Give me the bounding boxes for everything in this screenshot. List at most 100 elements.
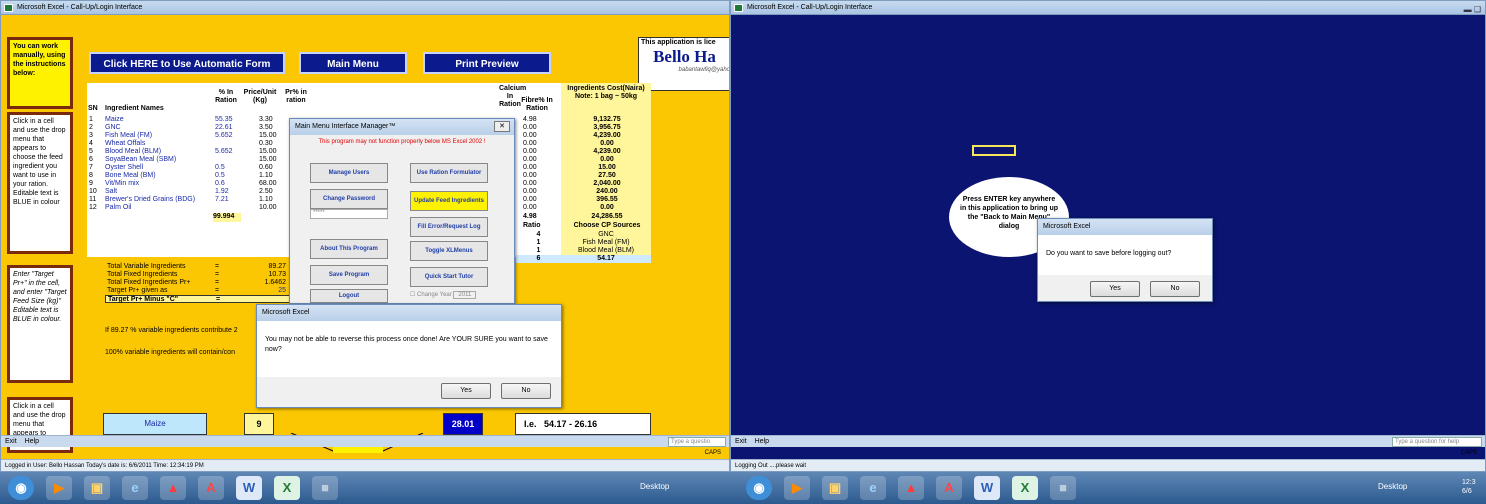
- logout-button[interactable]: Logout: [310, 289, 388, 303]
- table-cell: 10.00: [259, 204, 277, 211]
- cp-row[interactable]: 1 Fish Meal (FM): [516, 239, 651, 247]
- ratio-header: Ratio: [523, 222, 541, 229]
- ie-icon-2[interactable]: e: [860, 476, 886, 500]
- logout-no-button[interactable]: No: [1150, 281, 1200, 297]
- header-ingredient: Ingredient Names: [105, 105, 164, 112]
- toggle-menus-button[interactable]: Toggle XLMenus: [410, 241, 488, 261]
- main-menu-button[interactable]: Main Menu: [299, 52, 407, 74]
- manage-users-button[interactable]: Manage Users: [310, 163, 388, 183]
- table-cell: 0.6: [215, 180, 225, 187]
- ie-icon[interactable]: e: [122, 476, 148, 500]
- table-cell: [215, 156, 233, 164]
- word-icon-2[interactable]: W: [974, 476, 1000, 500]
- table-cell: 15.00: [259, 132, 277, 139]
- left-title-bar[interactable]: Microsoft Excel - Call-Up/Login Interfac…: [1, 1, 729, 15]
- excel-icon-right: [734, 4, 743, 12]
- menu-exit[interactable]: Exit: [5, 438, 17, 445]
- table-cell: Salt: [105, 188, 118, 195]
- left-window-title: Microsoft Excel - Call-Up/Login Interfac…: [17, 4, 143, 11]
- year-field[interactable]: 2011: [453, 291, 477, 299]
- menu-help[interactable]: Help: [25, 438, 39, 445]
- start-orb-icon[interactable]: ◉: [8, 476, 34, 500]
- table-cell: 0.00: [523, 132, 537, 139]
- media-icon-2[interactable]: ▶: [784, 476, 810, 500]
- right-window-title: Microsoft Excel - Call-Up/Login Interfac…: [747, 4, 873, 11]
- table-cell: 3: [89, 132, 93, 139]
- table-cell: 15.00: [259, 148, 277, 155]
- about-button[interactable]: About This Program: [310, 239, 388, 259]
- value-nine: 9: [244, 413, 274, 435]
- clock-date: 6/6: [1462, 488, 1472, 495]
- word-icon[interactable]: W: [236, 476, 262, 500]
- header-calcium: Calcium In Ration: [499, 85, 527, 108]
- save-program-button[interactable]: Save Program: [310, 265, 388, 285]
- clock-time: 12:3: [1462, 479, 1476, 486]
- media-icon[interactable]: ▶: [46, 476, 72, 500]
- header-price: Price/Unit (Kg): [243, 89, 277, 104]
- no-button[interactable]: No: [501, 383, 551, 399]
- summary-row: Total Variable Ingredients = 89.27: [105, 263, 290, 271]
- upload-icon[interactable]: ▲: [160, 476, 186, 500]
- table-cell: 4,239.00: [593, 148, 621, 155]
- logout-yes-button[interactable]: Yes: [1090, 281, 1140, 297]
- cp-source: Blood Meal (BLM): [561, 247, 651, 255]
- table-cell: 5.652: [215, 148, 233, 155]
- pdf-icon-2[interactable]: A: [936, 476, 962, 500]
- maize-cell[interactable]: Maize: [103, 413, 207, 435]
- summary-row: Total Fixed Ingredients = 10.73: [105, 271, 290, 279]
- change-year-group[interactable]: ☐ Change Year 2011: [410, 291, 477, 299]
- table-cell: 2,040.00: [593, 180, 621, 187]
- table-cell: 27.50: [598, 172, 616, 179]
- yes-button[interactable]: Yes: [441, 383, 491, 399]
- ie-range: 54.17 - 26.16: [544, 419, 598, 429]
- right-menu-help[interactable]: Help: [755, 438, 769, 445]
- update-feed-button[interactable]: Update Feed Ingredients: [410, 191, 488, 211]
- desktop-toolbar[interactable]: Desktop: [640, 482, 669, 491]
- start-orb-icon-2[interactable]: ◉: [746, 476, 772, 500]
- cp-row[interactable]: 4 GNC: [516, 231, 651, 239]
- table-cell: 6: [89, 156, 93, 163]
- summary-cell: Total Fixed Ingredients: [107, 271, 178, 278]
- excel-task-icon[interactable]: X: [274, 476, 300, 500]
- table-cell: 0.00: [523, 180, 537, 187]
- pdf-icon[interactable]: A: [198, 476, 224, 500]
- app-icon-2[interactable]: ■: [1050, 476, 1076, 500]
- table-cell: 0.00: [523, 148, 537, 155]
- table-cell: 15.00: [259, 156, 277, 163]
- ration-formulator-button[interactable]: Use Ration Formulator: [410, 163, 488, 183]
- right-title-bar[interactable]: Microsoft Excel - Call-Up/Login Interfac…: [731, 1, 1485, 15]
- ask-question-box[interactable]: Type a questio: [668, 437, 726, 447]
- app-icon[interactable]: ■: [312, 476, 338, 500]
- folder-icon[interactable]: ▣: [84, 476, 110, 500]
- header-sn: SN: [88, 105, 98, 112]
- right-menu-exit[interactable]: Exit: [735, 438, 747, 445]
- automatic-form-button[interactable]: Click HERE to Use Automatic Form: [89, 52, 285, 74]
- change-password-button[interactable]: Change Password: [310, 189, 388, 209]
- cp-row[interactable]: 1 Blood Meal (BLM): [516, 247, 651, 255]
- table-cell: Vit/Min mix: [105, 180, 140, 187]
- summary-row: Target Pr+ given as = 25: [105, 287, 290, 295]
- close-icon[interactable]: ✕: [494, 121, 510, 132]
- excel-task-icon-2[interactable]: X: [1012, 476, 1038, 500]
- password-field[interactable]: *****: [310, 209, 388, 219]
- cp-ratio: 4: [516, 231, 561, 239]
- right-ask-box[interactable]: Type a question for help: [1392, 437, 1482, 447]
- right-menu-bar: Exit Help Type a question for help: [731, 435, 1485, 447]
- quick-start-button[interactable]: Quick Start Tutor: [410, 267, 488, 287]
- error-log-button[interactable]: Fill Error/Request Log: [410, 217, 488, 237]
- cp-row[interactable]: 6 54.17: [516, 255, 651, 263]
- right-caps-indicator: CAPS: [1460, 450, 1477, 456]
- upload-icon-2[interactable]: ▲: [898, 476, 924, 500]
- summary-cell: 10.73: [268, 271, 286, 278]
- table-cell: 0.00: [600, 156, 614, 163]
- total-cost: 24,286.55: [591, 213, 623, 220]
- table-cell: 0.00: [600, 204, 614, 211]
- table-cell: 9: [89, 180, 93, 187]
- folder-icon-2[interactable]: ▣: [822, 476, 848, 500]
- window-controls-icon[interactable]: ▬ ❑: [1464, 3, 1481, 17]
- table-cell: 0.00: [600, 140, 614, 147]
- desktop-toolbar-2[interactable]: Desktop: [1378, 482, 1407, 491]
- clock[interactable]: 12:3 6/6: [1462, 478, 1476, 496]
- print-preview-button[interactable]: Print Preview: [423, 52, 551, 74]
- header-pct: % In Ration: [215, 89, 237, 104]
